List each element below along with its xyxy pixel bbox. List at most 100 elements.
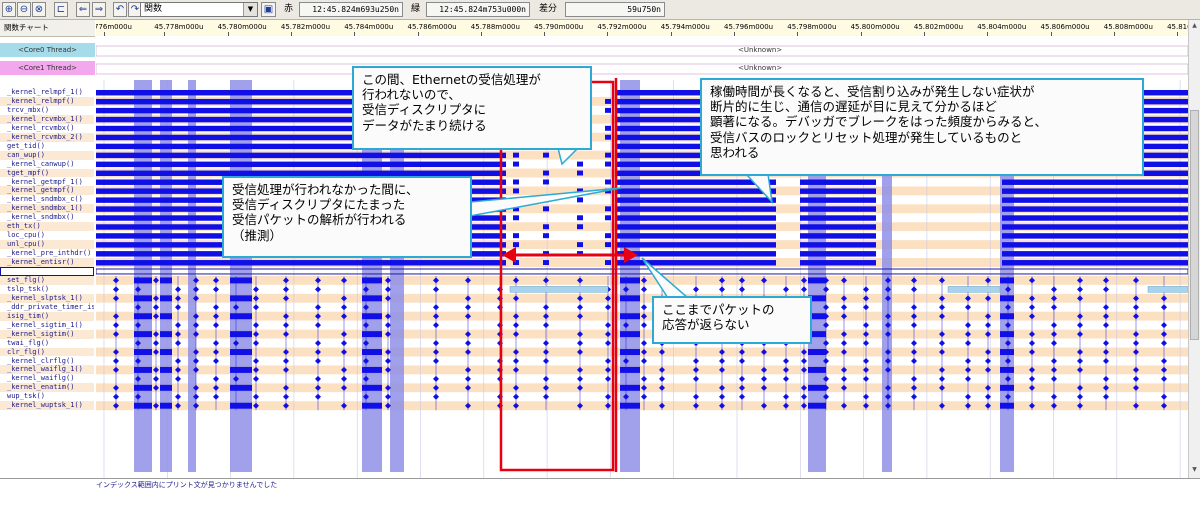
- chevron-down-icon[interactable]: ▼: [243, 3, 257, 16]
- function-row-label[interactable]: tslp_tsk(): [0, 284, 94, 294]
- thread-core0[interactable]: <Core0 Thread>: [0, 43, 95, 57]
- ruler-tick-label: 45.780m000u: [217, 23, 267, 31]
- function-row-label[interactable]: _kernel_relmpf_1(): [0, 88, 94, 97]
- function-event-mark: [543, 233, 549, 239]
- function-row-label[interactable]: _kernel_enatim(): [0, 383, 94, 393]
- function-event-mark: [513, 152, 519, 158]
- function-activity-bar: [134, 402, 152, 409]
- function-event-mark: [577, 242, 583, 248]
- function-activity-bar: [800, 224, 876, 230]
- function-event-mark: [605, 215, 611, 221]
- function-event-mark: [605, 242, 611, 248]
- function-event-mark: [605, 206, 611, 212]
- zoom-out-button[interactable]: ⊖: [17, 2, 31, 17]
- function-activity-bar: [230, 313, 252, 320]
- function-row-label[interactable]: get_tid(): [0, 141, 94, 151]
- mode-select[interactable]: 関数 ▼: [140, 2, 258, 17]
- function-activity-bar: [620, 366, 640, 373]
- function-activity-bar: [96, 161, 506, 168]
- function-event-mark: [577, 161, 583, 167]
- time-ruler[interactable]: 776m000u 45.778m000u 45.780m000u 45.782m000…: [96, 20, 1188, 37]
- function-row-label[interactable]: eth_tx(): [0, 222, 94, 232]
- function-row-label[interactable]: _kernel_sigtim(): [0, 329, 94, 339]
- function-row-label[interactable]: _kernel_getmpf(): [0, 186, 94, 196]
- function-row-label[interactable]: can_wup(): [0, 150, 94, 160]
- function-list-panel: 関数チャート <Core0 Thread> <Core1 Thread> _ke…: [0, 20, 97, 478]
- green-marker-time[interactable]: 12:45.824m753u000n: [426, 2, 530, 17]
- vertical-scrollbar[interactable]: ▲ ▼: [1188, 20, 1200, 478]
- function-row-label[interactable]: _kernel_wuptsk_1(): [0, 401, 94, 411]
- jump-back-icon: ↶: [115, 4, 125, 15]
- ruler-tick-label: 45.784m000u: [344, 23, 394, 31]
- function-row-background: [96, 267, 1188, 276]
- ruler-tick-label: 45.798m000u: [787, 23, 837, 31]
- next-button[interactable]: ⇒: [92, 2, 106, 17]
- settings-icon[interactable]: ▣: [261, 2, 276, 17]
- ruler-tick-label: 45.810m: [1167, 23, 1188, 31]
- function-row-label[interactable]: _kernel_slptsk_1(): [0, 293, 94, 303]
- function-row-label[interactable]: _kernel_sndmbx_1(): [0, 204, 94, 214]
- function-row-label[interactable]: _kernel_waiflg_1(): [0, 365, 94, 375]
- function-row-label[interactable]: isig_tim(): [0, 311, 94, 321]
- callout-no-receive: この間、Ethernetの受信処理が 行われないので、 受信ディスクリプタに デ…: [352, 66, 592, 150]
- function-row-label[interactable]: clr_flg(): [0, 347, 94, 357]
- core0-unknown-label: <Unknown>: [738, 46, 782, 54]
- function-event-mark: [605, 161, 611, 167]
- function-row-label[interactable]: _kernel_sndmbx_c(): [0, 195, 94, 205]
- function-activity-bar: [620, 349, 640, 355]
- function-row-label[interactable]: _ddr_private_timer_isr: [0, 302, 94, 312]
- thread-core1[interactable]: <Core1 Thread>: [0, 61, 95, 75]
- zoom-in-icon: ⊕: [4, 4, 14, 15]
- zoom-out-icon: ⊖: [19, 4, 29, 15]
- function-activity-bar: [230, 331, 252, 338]
- function-activity-bar: [362, 331, 382, 338]
- function-row-label[interactable]: _kernel_getmpf_1(): [0, 177, 94, 187]
- function-row-label[interactable]: _kernel_pre_inthdr(): [0, 249, 94, 259]
- zoom-in-button[interactable]: ⊕: [2, 2, 16, 17]
- function-row-label[interactable]: _kernel_waiflg(): [0, 374, 94, 384]
- function-activity-bar: [96, 260, 506, 266]
- function-row-label[interactable]: _kernel_rcvmbx_1(): [0, 114, 94, 124]
- function-row-label[interactable]: _kernel_canwup(): [0, 159, 94, 169]
- function-row-label[interactable]: set_flg(): [0, 275, 94, 285]
- prev-button[interactable]: ⇐: [76, 2, 90, 17]
- function-row-label[interactable]: _kernel_rcvmbx(): [0, 123, 94, 133]
- scroll-up-icon[interactable]: ▲: [1190, 22, 1199, 30]
- function-activity-bar: [1002, 260, 1188, 266]
- diff-time[interactable]: 59u750n: [565, 2, 665, 17]
- function-activity-bar: [1002, 179, 1188, 185]
- red-marker-time[interactable]: 12:45.824m693u250n: [299, 2, 403, 17]
- function-row-label[interactable]: wup_tsk(): [0, 392, 94, 402]
- function-row-label[interactable]: _kernel_rcvmbx_2(): [0, 132, 94, 142]
- function-row-label[interactable]: [0, 267, 94, 276]
- function-row-background: [96, 293, 1188, 303]
- function-event-mark: [543, 179, 549, 185]
- panel-header: 関数チャート: [0, 20, 95, 37]
- ruler-tick-label: 45.782m000u: [280, 23, 330, 31]
- status-message: インデックス範囲内にプリント文が見つかりませんでした: [96, 481, 278, 489]
- function-row-label[interactable]: _kernel_entisr(): [0, 258, 94, 267]
- function-activity-bar: [230, 295, 252, 302]
- function-row-label[interactable]: trcv_mbx(): [0, 105, 94, 115]
- function-event-mark: [577, 170, 583, 176]
- function-activity-bar: [96, 152, 506, 159]
- function-row-label[interactable]: unl_cpu(): [0, 240, 94, 250]
- marker-button[interactable]: ⊏: [54, 2, 68, 17]
- jump-back-button[interactable]: ↶: [113, 2, 127, 17]
- function-row-label[interactable]: _kernel_relmpf(): [0, 96, 94, 106]
- function-row-label[interactable]: twai_flg(): [0, 338, 94, 348]
- function-row-label[interactable]: _kernel_clrflg(): [0, 356, 94, 366]
- function-row-label[interactable]: _kernel_sigtim_1(): [0, 320, 94, 330]
- scrollbar-thumb[interactable]: [1190, 110, 1199, 340]
- function-chart[interactable]: <Unknown> <Unknown> この間、Ethernetの受信処理が 行…: [96, 36, 1188, 478]
- function-row-label[interactable]: loc_cpu(): [0, 231, 94, 241]
- scroll-down-icon[interactable]: ▼: [1190, 466, 1199, 474]
- ruler-tick-label: 45.790m000u: [534, 23, 584, 31]
- function-row-label[interactable]: tget_mpf(): [0, 168, 94, 178]
- function-row-label[interactable]: _kernel_sndmbx(): [0, 213, 94, 223]
- zoom-fit-button[interactable]: ⊗: [32, 2, 46, 17]
- function-event-mark: [513, 188, 519, 194]
- function-event-mark: [543, 260, 549, 265]
- function-activity-bar: [620, 277, 640, 284]
- function-activity-bar: [230, 277, 252, 284]
